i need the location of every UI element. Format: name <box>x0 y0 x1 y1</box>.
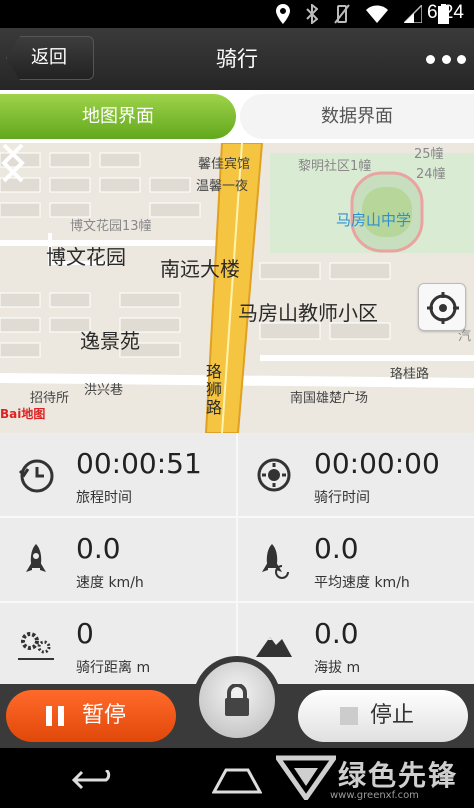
stat-trip-time: 00:00:51 旅程时间 <box>0 433 236 516</box>
stop-label: 停止 <box>370 703 415 728</box>
map-label-bowen-building: 博文花园13幢 <box>70 219 152 234</box>
nav-home-icon[interactable] <box>212 766 262 794</box>
watermark-logo-icon <box>273 755 339 803</box>
watermark-url: www.greenxf.com <box>330 790 419 801</box>
tab-map-view[interactable]: 地图界面 <box>0 94 236 139</box>
watermark: 绿色先锋 www.greenxf.com <box>273 754 472 804</box>
status-bar: 6:24 <box>0 0 474 28</box>
mountain-icon <box>256 637 292 657</box>
wifi-icon <box>366 5 388 23</box>
map-label-hotel: 馨佳宾馆 <box>198 157 251 172</box>
rocket-icon <box>26 544 46 572</box>
map-label-luoshi: 珞狮路 <box>206 362 223 417</box>
stat-label: 速度 km/h <box>76 575 144 591</box>
signal-icon <box>404 5 422 23</box>
stop-button[interactable]: 停止 <box>298 690 468 742</box>
stat-label: 平均速度 km/h <box>314 575 410 591</box>
stat-label: 旅程时间 <box>76 490 132 506</box>
app-header: 骑行 返回 <box>0 28 474 90</box>
stat-label: 海拔 m <box>314 660 361 676</box>
stat-label: 骑行距离 m <box>76 660 151 676</box>
clock-time: 6:24 <box>427 2 464 23</box>
crosshair-icon <box>427 292 459 324</box>
stat-riding-time: 00:00:00 骑行时间 <box>238 433 474 516</box>
map-label-b24: 24幢 <box>416 167 446 182</box>
stat-avg-speed: 0.0 平均速度 km/h <box>238 518 474 601</box>
next-arrow-icon[interactable] <box>0 143 26 183</box>
stat-value: 0 <box>76 617 94 650</box>
tab-data-view[interactable]: 数据界面 <box>240 94 474 139</box>
more-options-button[interactable] <box>426 46 466 72</box>
dot-icon <box>441 54 451 64</box>
pause-icon <box>46 706 64 726</box>
map-label-hotel2: 温馨一夜 <box>196 179 249 194</box>
map-label-hongxing: 洪兴巷 <box>84 383 124 398</box>
stat-value: 0.0 <box>314 617 359 650</box>
lock-icon <box>225 684 249 716</box>
stat-value: 00:00:51 <box>76 447 202 480</box>
baidu-map-logo: Bai地图 <box>0 407 46 421</box>
divider <box>0 516 474 518</box>
map-label-school: 马房山中学 <box>336 211 412 229</box>
pause-button[interactable]: 暂停 <box>6 690 176 742</box>
map-label-b25: 25幢 <box>414 147 444 162</box>
stop-icon <box>340 707 358 725</box>
dot-icon <box>426 54 435 64</box>
stat-value: 0.0 <box>314 532 359 565</box>
map-label-bowen: 博文花园 <box>46 245 126 269</box>
map-label-guangchang: 南国雄楚广场 <box>290 391 369 406</box>
map-label-nanyuan: 南远大楼 <box>160 257 240 281</box>
map-label-yijing: 逸景苑 <box>80 329 140 353</box>
back-button[interactable]: 返回 <box>6 36 94 80</box>
map-label-community: 黎明社区1幢 <box>298 159 372 174</box>
divider <box>0 601 474 603</box>
map-label-zhaodaisuo: 招待所 <box>30 391 70 406</box>
clock-icon <box>18 459 54 493</box>
map-label-teacher: 马房山教师小区 <box>238 301 378 325</box>
vibrate-mute-icon <box>334 4 350 24</box>
map-view[interactable]: 馨佳宾馆 温馨一夜 黎明社区1幢 25幢 24幢 博文花园13幢 博文花园 南远… <box>0 143 474 433</box>
stat-value: 0.0 <box>76 532 121 565</box>
stat-value: 00:00:00 <box>314 447 440 480</box>
stat-speed: 0.0 速度 km/h <box>0 518 236 601</box>
view-tabs: 地图界面 数据界面 <box>0 90 474 143</box>
riding-time-icon <box>257 458 291 492</box>
watermark-text: 绿色先锋 <box>338 759 459 792</box>
nav-back-icon[interactable] <box>72 770 116 792</box>
lock-button[interactable] <box>193 656 281 744</box>
dot-icon <box>457 54 466 64</box>
locate-button[interactable] <box>418 283 466 331</box>
stat-label: 骑行时间 <box>314 490 370 506</box>
stat-altitude: 0.0 海拔 m <box>238 603 474 686</box>
map-label-luogui: 珞桂路 <box>390 367 430 382</box>
divider <box>236 433 238 684</box>
location-icon <box>276 4 290 24</box>
bluetooth-icon <box>306 4 318 24</box>
gears-icon <box>18 632 54 660</box>
rocket-avg-icon <box>262 544 289 579</box>
pause-label: 暂停 <box>82 703 127 728</box>
